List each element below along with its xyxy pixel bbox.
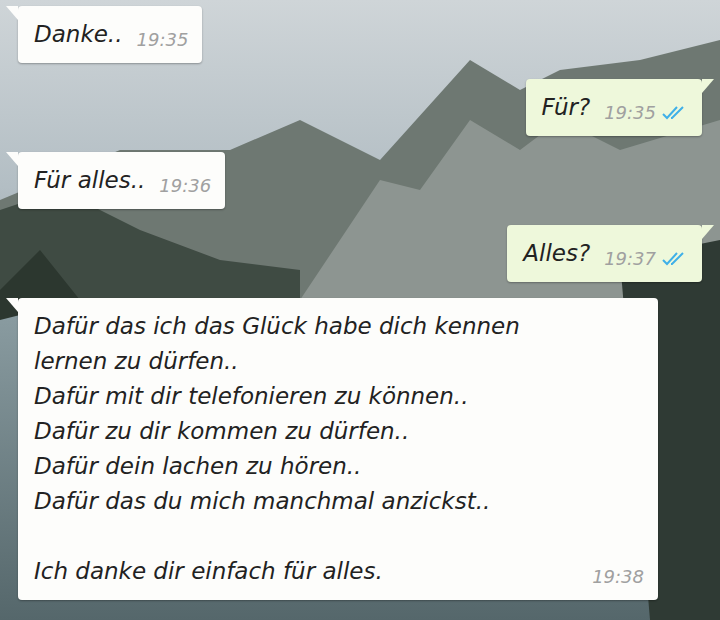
message-time: 19:35 [136, 29, 188, 50]
message-row: Alles? 19:37 [18, 225, 702, 282]
message-text: Für? [542, 90, 591, 125]
message-text: Alles? [523, 236, 590, 271]
message-row: Dafür das ich das Glück habe dich kennen… [18, 298, 702, 600]
message-time: 19:37 [604, 248, 656, 269]
message-row: Für? 19:35 [18, 79, 702, 136]
message-list: Danke.. 19:35 Für? 19:35 Für alles.. 19:… [0, 0, 720, 600]
double-check-icon [662, 105, 688, 121]
message-meta: 19:35 [136, 29, 188, 52]
message-text: Dafür das ich das Glück habe dich kennen… [34, 309, 578, 589]
message-bubble[interactable]: Alles? 19:37 [507, 225, 702, 282]
message-meta: 19:36 [159, 175, 211, 198]
message-row: Danke.. 19:35 [18, 6, 702, 63]
message-text: Danke.. [34, 17, 122, 52]
message-row: Für alles.. 19:36 [18, 152, 702, 209]
chat-screen: Danke.. 19:35 Für? 19:35 Für alles.. 19:… [0, 0, 720, 620]
message-bubble[interactable]: Danke.. 19:35 [18, 6, 202, 63]
message-time: 19:38 [592, 566, 644, 587]
message-meta: 19:38 [592, 566, 644, 589]
message-text: Für alles.. [34, 163, 145, 198]
double-check-icon [662, 251, 688, 267]
message-meta: 19:37 [604, 248, 688, 271]
message-time: 19:36 [159, 175, 211, 196]
message-bubble[interactable]: Für alles.. 19:36 [18, 152, 225, 209]
message-time: 19:35 [604, 102, 656, 123]
message-bubble[interactable]: Dafür das ich das Glück habe dich kennen… [18, 298, 658, 600]
message-bubble[interactable]: Für? 19:35 [526, 79, 702, 136]
message-meta: 19:35 [604, 102, 688, 125]
